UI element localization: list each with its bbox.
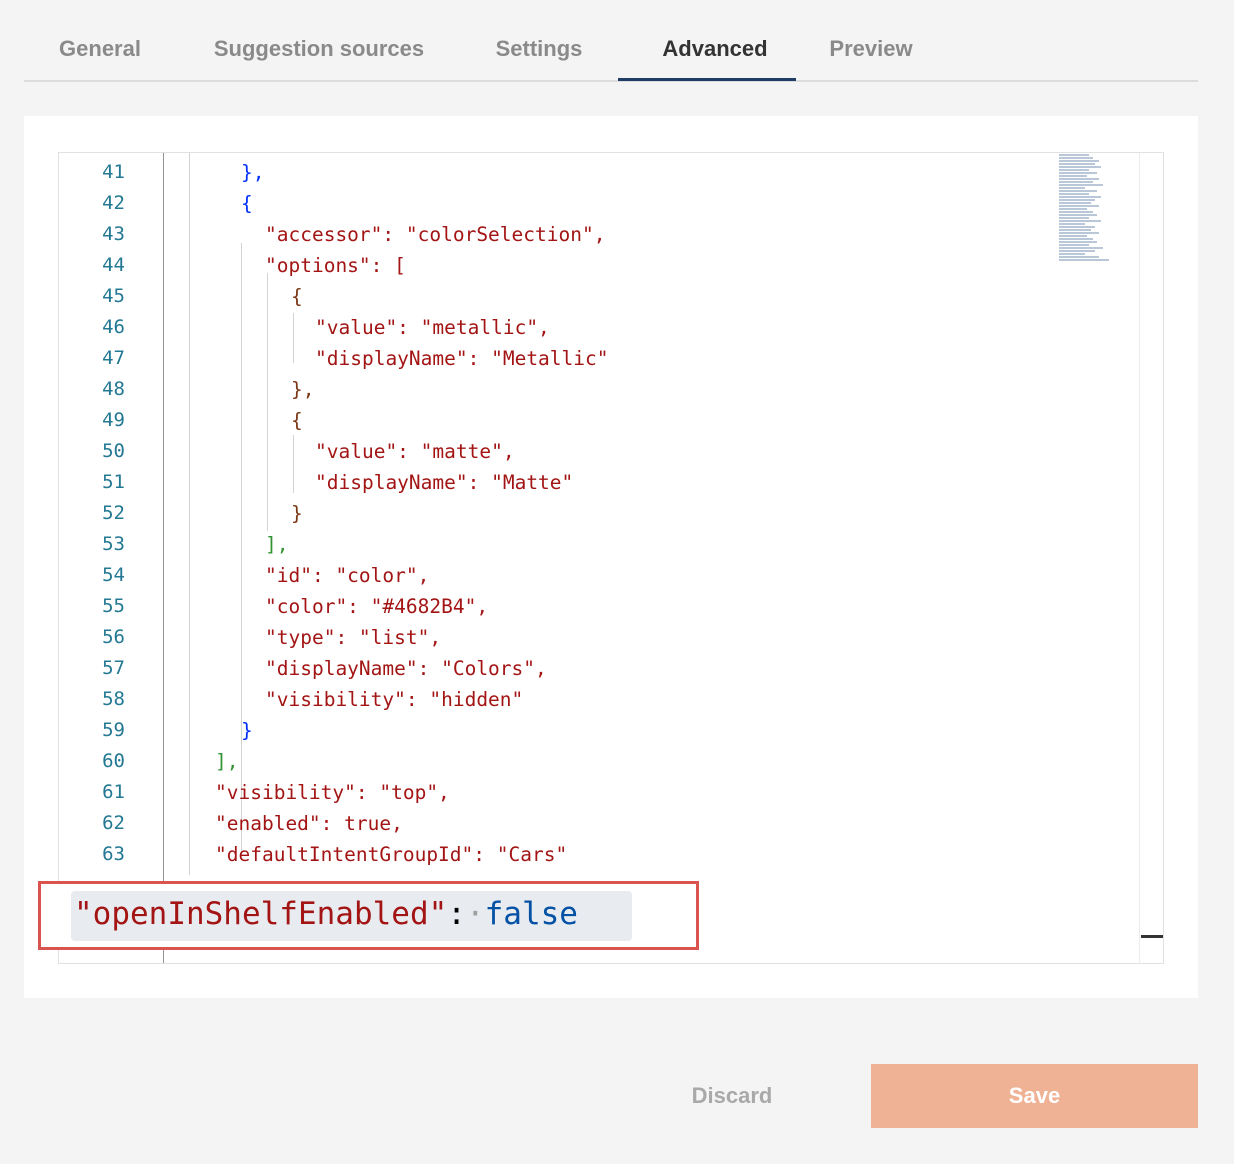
line-number: 45 — [102, 285, 125, 307]
code-token: "value": "matte", — [315, 440, 515, 463]
line-number: 57 — [102, 657, 125, 679]
code-minimap[interactable] — [1059, 153, 1109, 298]
line-number: 59 — [102, 719, 125, 741]
line-number: 54 — [102, 564, 125, 586]
line-number: 50 — [102, 440, 125, 462]
code-token: "options": [ — [265, 254, 406, 277]
indent-guide — [241, 243, 242, 853]
callout-code: "openInShelfEnabled":·false — [74, 896, 578, 932]
line-number: 61 — [102, 781, 125, 803]
code-token: "value": "metallic", — [315, 316, 550, 339]
line-number: 60 — [102, 750, 125, 772]
callout-key: "openInShelfEnabled" — [74, 896, 448, 932]
code-token: } — [241, 719, 253, 742]
line-number: 63 — [102, 843, 125, 865]
line-number: 46 — [102, 316, 125, 338]
line-number: 48 — [102, 378, 125, 400]
callout-colon: : — [447, 896, 466, 932]
indent-guide — [293, 313, 294, 363]
code-token: "accessor": "colorSelection", — [265, 223, 606, 246]
tab-bar: General Suggestion sources Settings Adva… — [24, 0, 1198, 82]
scroll-position-marker — [1141, 935, 1163, 938]
callout-value: false — [484, 896, 578, 932]
indent-guide — [163, 153, 164, 963]
code-token: } — [291, 502, 303, 525]
tab-advanced[interactable]: Advanced — [642, 36, 788, 82]
code-token: { — [291, 285, 303, 308]
code-token: ], — [215, 750, 239, 773]
indent-guide — [293, 435, 294, 493]
save-button[interactable]: Save — [871, 1064, 1198, 1128]
line-number: 44 — [102, 254, 125, 276]
tab-preview[interactable]: Preview — [820, 36, 922, 82]
code-token: "displayName": "Metallic" — [315, 347, 609, 370]
line-number: 55 — [102, 595, 125, 617]
code-token: }, — [291, 378, 315, 401]
highlight-callout: "openInShelfEnabled":·false — [38, 881, 699, 950]
code-token: { — [291, 409, 303, 432]
line-number: 56 — [102, 626, 125, 648]
line-number: 62 — [102, 812, 125, 834]
code-token: "id": "color", — [265, 564, 430, 587]
line-number: 42 — [102, 192, 125, 214]
tab-settings[interactable]: Settings — [486, 36, 592, 82]
line-number: 53 — [102, 533, 125, 555]
code-token: "type": "list", — [265, 626, 442, 649]
line-number: 58 — [102, 688, 125, 710]
active-tab-indicator — [618, 78, 796, 81]
discard-button[interactable]: Discard — [640, 1064, 824, 1128]
code-token: ], — [265, 533, 289, 556]
line-number: 51 — [102, 471, 125, 493]
code-token: "color": "#4682B4", — [265, 595, 489, 618]
indent-guide — [189, 153, 190, 875]
code-token: "enabled": true, — [215, 812, 403, 835]
code-token: { — [241, 192, 253, 215]
line-number: 43 — [102, 223, 125, 245]
editor-scrollbar[interactable] — [1139, 153, 1163, 963]
line-number: 47 — [102, 347, 125, 369]
tab-general[interactable]: General — [48, 36, 152, 82]
code-token: "displayName": "Colors", — [265, 657, 547, 680]
tab-suggestion-sources[interactable]: Suggestion sources — [206, 36, 432, 82]
line-number: 52 — [102, 502, 125, 524]
indent-guide — [267, 273, 268, 531]
line-number: 41 — [102, 161, 125, 183]
line-number: 49 — [102, 409, 125, 431]
code-editor[interactable]: 41 42 43 44 45 46 47 48 49 50 51 52 53 54 55 56 57 58 59 60… — [58, 152, 1164, 964]
code-token: "defaultIntentGroupId": "Cars" — [215, 843, 568, 866]
code-token: "displayName": "Matte" — [315, 471, 574, 494]
code-token: }, — [241, 161, 265, 184]
code-token: "visibility": "top", — [215, 781, 450, 804]
code-token: "visibility": "hidden" — [265, 688, 524, 711]
